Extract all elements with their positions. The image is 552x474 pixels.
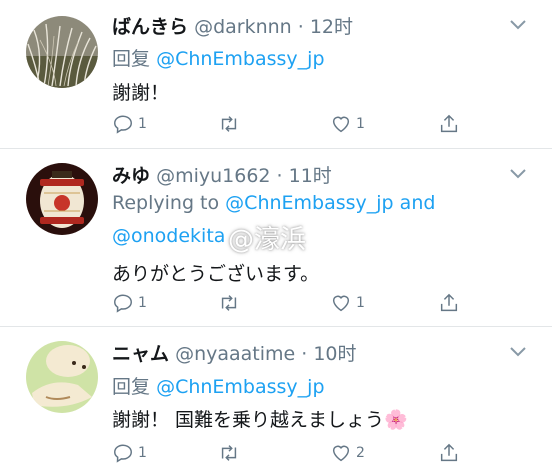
reply-button[interactable]: 1 [112, 291, 147, 315]
reply-prefix: 回复 [112, 376, 151, 398]
share-icon [440, 114, 458, 133]
username[interactable]: @nyaaatime [175, 343, 295, 365]
retweet-button[interactable] [218, 112, 244, 136]
reply-context-2: @onodekita [112, 225, 225, 247]
reply-prefix: Replying to [112, 192, 220, 214]
reply-button[interactable]: 1 [112, 112, 147, 136]
watermark: @濠浜 [228, 225, 307, 255]
like-button[interactable]: 2 [330, 441, 365, 465]
timestamp[interactable]: · 12时 [298, 16, 353, 38]
tweet-text-body: 謝謝！ 国難を乗り越えましょう [112, 409, 385, 431]
tweet-actions: 1 1 [112, 112, 472, 136]
chevron-down-icon[interactable] [510, 20, 526, 30]
mention-link[interactable]: @onodekita [112, 225, 225, 247]
reply-prefix: 回复 [112, 48, 151, 70]
cherry-blossom-emoji: 🌸 [384, 409, 408, 431]
tweet-text: 謝謝！ [112, 82, 170, 104]
reply-count: 1 [138, 116, 147, 132]
retweet-icon [221, 445, 237, 461]
reply-count: 1 [138, 295, 147, 311]
like-count: 2 [356, 445, 365, 461]
reply-icon [114, 115, 132, 134]
retweet-button[interactable] [218, 441, 244, 465]
mention-link[interactable]: @ChnEmbassy_jp [156, 376, 324, 398]
like-icon [332, 116, 350, 133]
display-name[interactable]: ニャム [112, 343, 169, 365]
like-count: 1 [356, 295, 365, 311]
tweet-header: みゆ @miyu1662 · 11时 [112, 161, 332, 188]
reply-context: 回复 @ChnEmbassy_jp [112, 44, 325, 71]
tweet-3[interactable]: ニャム @nyaaatime · 10时 回复 @ChnEmbassy_jp 謝… [0, 327, 552, 474]
avatar[interactable] [26, 341, 98, 413]
like-button[interactable]: 1 [330, 112, 365, 136]
like-icon [332, 445, 350, 462]
tweet-actions: 1 1 [112, 291, 472, 315]
chevron-down-icon[interactable] [510, 347, 526, 357]
share-button[interactable] [438, 291, 460, 315]
username[interactable]: @darknnn [194, 16, 292, 38]
display-name[interactable]: ばんきら [112, 16, 188, 38]
share-button[interactable] [438, 112, 460, 136]
tweet-header: ばんきら @darknnn · 12时 [112, 12, 353, 39]
avatar[interactable] [26, 163, 98, 235]
tweet-header: ニャム @nyaaatime · 10时 [112, 339, 357, 366]
like-count: 1 [356, 116, 365, 132]
retweet-button[interactable] [218, 291, 244, 315]
timestamp[interactable]: · 10时 [301, 343, 356, 365]
reply-icon [114, 444, 132, 463]
tweet-text: 謝謝！ 国難を乗り越えましょう🌸 [112, 405, 408, 432]
reply-count: 1 [138, 445, 147, 461]
reply-icon [114, 294, 132, 313]
tweet-text: ありがとうございます。 [112, 263, 320, 285]
display-name[interactable]: みゆ [112, 165, 150, 187]
like-button[interactable]: 1 [330, 291, 365, 315]
like-icon [332, 295, 350, 312]
tweet-1[interactable]: ばんきら @darknnn · 12时 回复 @ChnEmbassy_jp 謝謝… [0, 0, 552, 150]
mention-link[interactable]: @ChnEmbassy_jp [156, 48, 324, 70]
mention-link[interactable]: @ChnEmbassy_jp [225, 192, 393, 214]
chevron-down-icon[interactable] [510, 169, 526, 179]
reply-context: 回复 @ChnEmbassy_jp [112, 372, 325, 399]
retweet-icon [221, 116, 237, 132]
avatar[interactable] [26, 16, 98, 88]
retweet-icon [221, 295, 237, 311]
share-button[interactable] [438, 441, 460, 465]
timestamp[interactable]: · 11时 [277, 165, 332, 187]
reply-context: Replying to @ChnEmbassy_jp and [112, 192, 435, 214]
reply-button[interactable]: 1 [112, 441, 147, 465]
reply-and: and [399, 192, 436, 214]
username[interactable]: @miyu1662 [156, 165, 270, 187]
share-icon [440, 293, 458, 312]
tweet-actions: 1 2 [112, 441, 472, 465]
share-icon [440, 443, 458, 462]
